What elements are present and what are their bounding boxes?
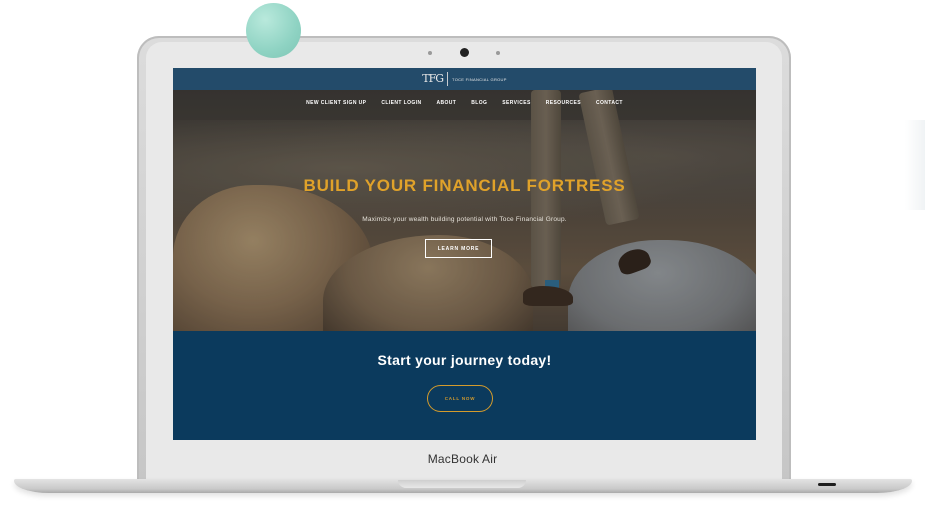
hero-section: NEW CLIENT SIGN UP CLIENT LOGIN ABOUT BL…: [173, 90, 756, 331]
nav-item-new-client-sign-up[interactable]: NEW CLIENT SIGN UP: [306, 100, 366, 106]
site-logo[interactable]: TFG TOCE FINANCIAL GROUP: [422, 72, 506, 86]
laptop-indicator-light: [818, 483, 836, 486]
nav-item-about[interactable]: ABOUT: [436, 100, 456, 106]
nav-item-services[interactable]: SERVICES: [502, 100, 530, 106]
camera-icon: [460, 48, 469, 57]
hero-title: BUILD YOUR FINANCIAL FORTRESS: [303, 176, 626, 195]
hero-overlay: [173, 90, 756, 331]
cta-section: Start your journey today! CALL NOW: [173, 331, 756, 440]
sensor-dot-left: [428, 51, 432, 55]
decorative-mint-ball: [246, 3, 301, 58]
laptop-base-notch: [398, 480, 526, 488]
nav-item-blog[interactable]: BLOG: [471, 100, 487, 106]
nav-item-client-login[interactable]: CLIENT LOGIN: [381, 100, 421, 106]
logo-wordmark: TOCE FINANCIAL GROUP: [452, 76, 507, 82]
sensor-dot-right: [496, 51, 500, 55]
hero-subtitle: Maximize your wealth building potential …: [362, 216, 567, 223]
nav-item-resources[interactable]: RESOURCES: [546, 100, 581, 106]
decorative-shadow: [905, 120, 925, 210]
device-brand-label: MacBook Air: [427, 452, 498, 466]
logo-monogram: TFG: [422, 72, 449, 86]
site-top-bar: TFG TOCE FINANCIAL GROUP: [173, 68, 756, 90]
call-now-button[interactable]: CALL NOW: [427, 385, 493, 412]
main-nav: NEW CLIENT SIGN UP CLIENT LOGIN ABOUT BL…: [173, 100, 756, 106]
laptop-screen: TFG TOCE FINANCIAL GROUP NEW CLIENT SIGN…: [173, 68, 756, 440]
cta-title: Start your journey today!: [377, 352, 552, 368]
nav-item-contact[interactable]: CONTACT: [596, 100, 623, 106]
learn-more-button[interactable]: LEARN MORE: [425, 239, 492, 258]
